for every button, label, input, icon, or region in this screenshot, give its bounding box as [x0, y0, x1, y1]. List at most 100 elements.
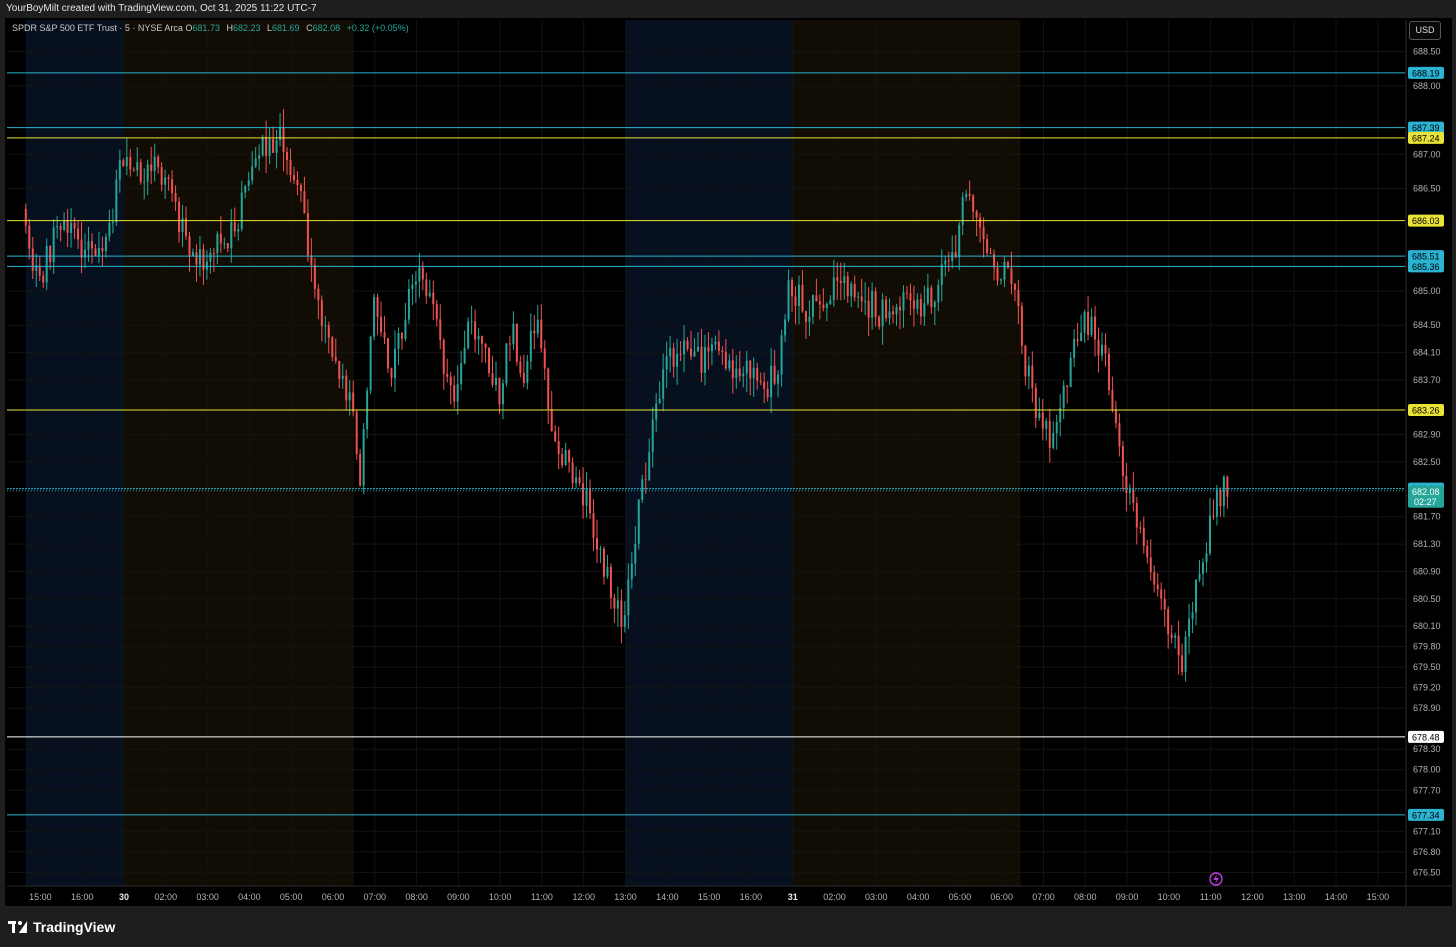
y-tick-label: 682.50 [1413, 457, 1441, 467]
candle-body [825, 303, 828, 309]
candle-body [860, 296, 863, 302]
x-tick-label: 12:00 [572, 892, 595, 902]
candle-body [801, 284, 804, 312]
candle-body [1111, 390, 1114, 410]
x-tick-label: 06:00 [990, 892, 1013, 902]
candle-body [742, 373, 745, 377]
candle-body [770, 365, 773, 398]
candle-body [505, 343, 508, 384]
candle-body [115, 179, 118, 223]
candle-body [205, 261, 208, 270]
candle-body [31, 248, 34, 271]
candle-body [878, 317, 881, 327]
y-tick-label: 680.10 [1413, 621, 1441, 631]
high-value: 682.23 [232, 23, 261, 33]
candle-body [623, 615, 626, 627]
candle-body [1100, 344, 1103, 356]
candle-body [550, 408, 553, 432]
candle-body [721, 350, 724, 353]
candle-body [693, 351, 696, 357]
candle-body [1094, 316, 1097, 340]
candle-body [648, 452, 651, 481]
x-tick-label: 10:00 [489, 892, 512, 902]
x-tick-label: 11:00 [1200, 892, 1222, 902]
x-tick-label: 12:00 [1241, 892, 1264, 902]
candle-body [1201, 562, 1204, 574]
currency-button[interactable]: USD [1409, 21, 1441, 40]
candle-body [554, 431, 557, 442]
candle-body [1160, 589, 1163, 599]
candle-body [198, 249, 201, 265]
candle-body [481, 336, 484, 344]
candle-body [735, 368, 738, 379]
candle-body [501, 383, 504, 405]
candle-body [683, 340, 686, 355]
candle-body [299, 185, 302, 192]
x-tick-label: 08:00 [1074, 892, 1097, 902]
candle-body [254, 158, 257, 167]
candle-body [359, 454, 362, 486]
candle-body [912, 300, 915, 309]
candle-body [313, 264, 316, 289]
candle-body [1052, 432, 1055, 448]
candle-body [397, 333, 400, 349]
x-tick-label: 09:00 [447, 892, 470, 902]
candle-body [1142, 527, 1145, 546]
candle-body [498, 377, 501, 405]
candle-body [676, 353, 679, 367]
candle-body [362, 429, 365, 486]
y-tick-label: 684.10 [1413, 348, 1441, 358]
y-tick-label: 679.50 [1413, 662, 1441, 672]
candle-body [122, 160, 125, 167]
footer-bar [0, 906, 1456, 947]
candle-body [1066, 385, 1069, 387]
candle-body [118, 160, 121, 180]
candle-body [355, 411, 358, 455]
candle-body [1156, 584, 1159, 590]
chart-legend: SPDR S&P 500 ETF Trust · 5 · NYSE Arca O… [12, 23, 409, 33]
y-tick-label: 688.50 [1413, 47, 1441, 57]
candle-body [1090, 316, 1093, 335]
candle-body [881, 299, 884, 327]
candle-body [52, 227, 55, 263]
candle-body [731, 360, 734, 379]
x-tick-label: 13:00 [1283, 892, 1306, 902]
candle-body [195, 252, 198, 265]
candle-body [1167, 609, 1170, 635]
candle-body [331, 337, 334, 357]
candle-body [857, 296, 860, 298]
candle-body [787, 280, 790, 320]
candle-body [1163, 598, 1166, 610]
x-tick-label: 13:00 [614, 892, 637, 902]
candle-body [850, 283, 853, 297]
candle-body [533, 330, 536, 334]
candle-body [547, 368, 550, 409]
candle-body [871, 291, 874, 318]
x-tick-label: 06:00 [322, 892, 345, 902]
y-tick-label: 681.70 [1413, 512, 1441, 522]
x-tick-label: 15:00 [1367, 892, 1390, 902]
close-value: 682.08 [312, 23, 341, 33]
candle-body [606, 566, 609, 577]
symbol-label[interactable]: SPDR S&P 500 ETF Trust · 5 · NYSE Arca [12, 23, 183, 33]
candle-body [811, 295, 814, 317]
x-tick-label: 14:00 [1325, 892, 1348, 902]
candle-body [334, 356, 337, 361]
tradingview-logo[interactable]: TradingView [8, 919, 115, 935]
y-tick-label: 681.30 [1413, 539, 1441, 549]
candle-body [77, 228, 80, 240]
candle-body [892, 311, 895, 315]
candle-body [296, 179, 299, 186]
candle-body [265, 136, 268, 156]
candle-body [125, 157, 128, 167]
candle-body [139, 162, 142, 182]
price-chart[interactable]: 688.50 688.00 687.00 686.50 685.00 684.50 684.… [0, 0, 1456, 947]
candle-body [526, 361, 529, 383]
candle-body [306, 213, 309, 256]
x-tick-label: 02:00 [823, 892, 846, 902]
candle-body [97, 247, 100, 256]
x-tick-label: 03:00 [196, 892, 219, 902]
candle-body [651, 419, 654, 453]
candle-body [456, 384, 459, 402]
candle-body [853, 283, 856, 298]
